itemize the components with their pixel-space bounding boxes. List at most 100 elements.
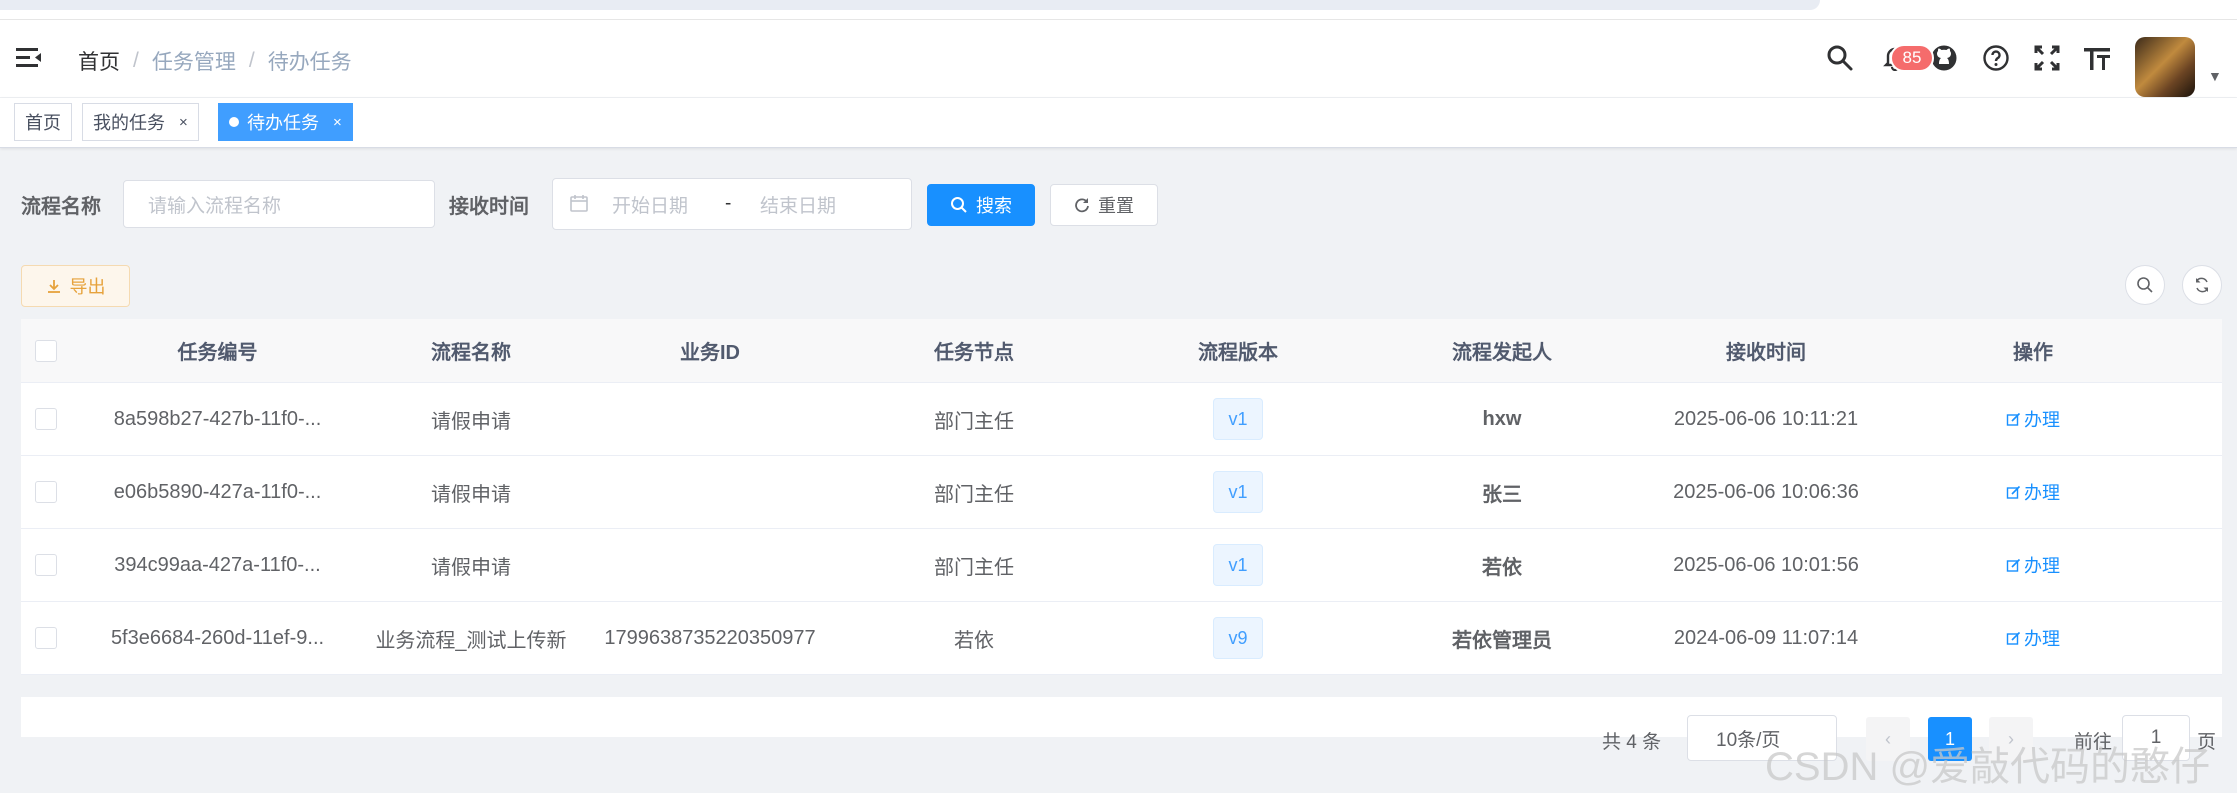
search-button[interactable]: 搜索 [927,184,1035,226]
breadcrumb-separator: / [248,49,255,72]
refresh-table-button[interactable] [2182,265,2222,305]
refresh-icon [2195,277,2209,293]
table-row: 5f3e6684-260d-11ef-9... 业务流程_测试上传新 17996… [21,602,2222,675]
handle-button[interactable]: 办理 [2006,479,2060,505]
action-cell: 办理 [1898,383,2168,455]
version-cell: v1 [1106,456,1370,528]
process-name-cell: 请假申请 [431,556,511,579]
end-date-placeholder: 结束日期 [760,195,837,217]
column-header: 接收时间 [1726,342,1806,364]
table-header: 任务编号 流程名称 业务ID 任务节点 流程版本 流程发起人 接收时间 操作 [21,319,2222,383]
hamburger-icon[interactable] [16,46,42,70]
tag-home[interactable]: 首页 [14,103,72,141]
download-icon [47,280,60,293]
breadcrumb-todo-task: 待办任务 [267,51,352,74]
tag-my-tasks[interactable]: 我的任务 × [82,103,199,141]
caret-down-icon[interactable]: ▼ [2208,68,2222,84]
row-checkbox[interactable] [35,481,57,503]
version-cell: v9 [1106,602,1370,674]
row-checkbox[interactable] [35,627,57,649]
active-dot-icon [229,117,239,127]
receive-time-cell: 2025-06-06 10:06:36 [1673,480,1859,503]
tag-label: 我的任务 [93,113,165,133]
receive-time-cell: 2024-06-09 11:07:14 [1673,626,1859,649]
breadcrumb-task-management: 任务管理 [151,51,236,74]
business-id-cell [578,383,842,455]
process-name-cell: 请假申请 [431,410,511,433]
business-id-cell [578,529,842,601]
handle-button[interactable]: 办理 [2006,552,2060,578]
handle-button-label: 办理 [2024,410,2060,430]
font-size-icon[interactable] [2079,40,2115,76]
starter-cell: 张三 [1482,483,1522,506]
toggle-search-button[interactable] [2125,265,2165,305]
reset-button-label: 重置 [1098,196,1134,216]
starter-cell: 若依管理员 [1452,629,1552,652]
version-tag: v1 [1213,471,1263,513]
export-button[interactable]: 导出 [21,265,130,307]
version-tag: v1 [1213,544,1263,586]
tags-view: 首页 我的任务 × 待办任务 × [0,98,2237,148]
select-all-checkbox[interactable] [35,339,57,362]
business-id-cell [578,456,842,528]
handle-button[interactable]: 办理 [2006,406,2060,432]
process-name-input[interactable]: 请输入流程名称 [123,180,435,228]
row-select-cell [21,456,71,528]
search-icon [2137,277,2153,293]
process-name-cell: 请假申请 [431,483,511,506]
handle-button[interactable]: 办理 [2006,625,2060,651]
row-select-cell [21,529,71,601]
task-node-cell: 部门主任 [934,410,1014,433]
handle-button-label: 办理 [2024,483,2060,503]
calendar-icon [569,193,589,219]
edit-icon [2006,631,2021,645]
column-header: 任务编号 [177,342,258,364]
row-checkbox[interactable] [35,408,57,430]
row-checkbox[interactable] [35,554,57,576]
version-cell: v1 [1106,383,1370,455]
row-select-cell [21,602,71,674]
action-cell: 办理 [1898,456,2168,528]
avatar[interactable] [2135,37,2195,97]
navbar: 首页 / 任务管理 / 待办任务 85 [0,20,2237,98]
search-icon[interactable] [1822,40,1858,76]
fullscreen-icon[interactable] [2029,40,2065,76]
process-name-label: 流程名称 [21,196,101,218]
reset-button[interactable]: 重置 [1050,184,1158,226]
column-header: 操作 [2013,342,2053,364]
tag-label: 待办任务 [247,113,319,133]
csdn-watermark: CSDN @爱敲代码的憨仔 [1765,745,2211,789]
select-all-cell [21,319,71,382]
close-icon[interactable]: × [179,114,188,131]
notification-badge: 85 [1890,44,1934,72]
receive-time-label: 接收时间 [449,196,529,218]
task-id-cell: 5f3e6684-260d-11ef-9... [110,626,325,649]
task-id-cell: 394c99aa-427a-11f0-... [114,553,321,576]
task-node-cell: 部门主任 [934,483,1014,506]
starter-cell: 若依 [1482,556,1522,579]
pagination-total: 共 4 条 [1602,732,1662,753]
refresh-icon [1075,198,1089,213]
action-cell: 办理 [1898,602,2168,674]
question-icon[interactable] [1978,40,2014,76]
version-tag: v9 [1213,617,1263,659]
close-icon[interactable]: × [333,114,342,131]
start-date-placeholder: 开始日期 [612,195,689,217]
date-range-picker[interactable]: 开始日期 - 结束日期 [552,178,912,230]
breadcrumb-separator: / [133,49,139,72]
handle-button-label: 办理 [2024,556,2060,576]
search-icon [951,197,967,213]
receive-time-cell: 2025-06-06 10:11:21 [1673,407,1859,430]
task-node-cell: 部门主任 [934,556,1014,579]
column-header: 任务节点 [934,342,1014,364]
task-id-cell: 8a598b27-427b-11f0-... [113,407,322,430]
browser-address-strip [0,0,1820,10]
search-button-label: 搜索 [976,196,1012,216]
business-id-cell: 1799638735220350977 [604,626,816,649]
edit-icon [2006,558,2021,572]
breadcrumb-home[interactable]: 首页 [78,46,120,76]
tag-todo-tasks[interactable]: 待办任务 × [218,103,353,141]
edit-icon [2006,485,2021,499]
process-name-cell: 业务流程_测试上传新 [375,629,567,652]
export-button-label: 导出 [69,277,106,297]
